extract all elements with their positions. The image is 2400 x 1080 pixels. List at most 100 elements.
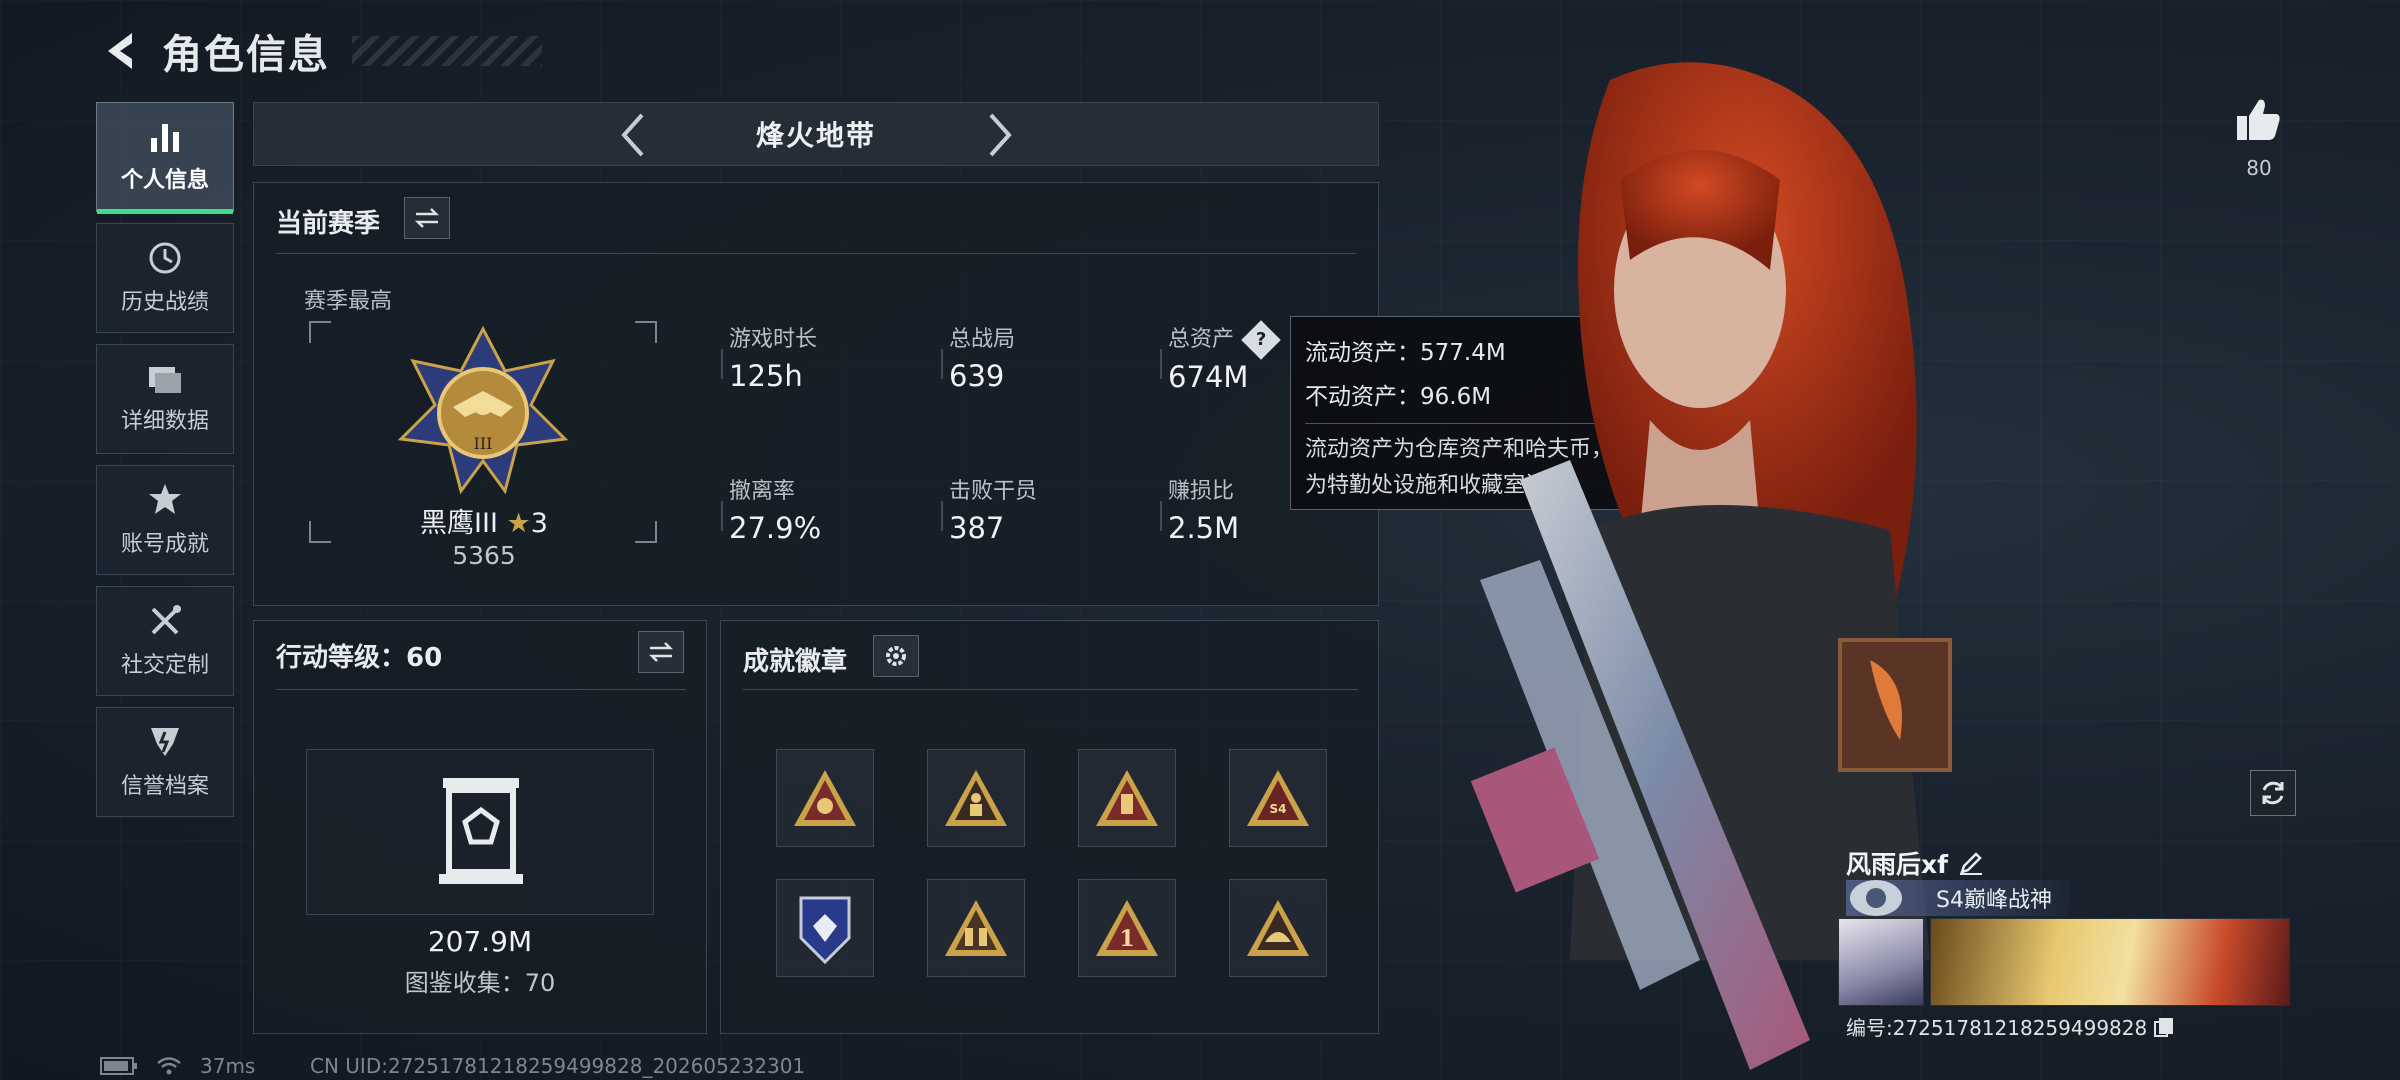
swap-icon [648, 642, 674, 662]
achievement-badge[interactable]: 1 [1078, 879, 1176, 977]
mode-label: 烽火地带 [755, 119, 876, 152]
copy-icon[interactable] [2153, 1016, 2175, 1038]
badge-triangle-figure [945, 770, 1007, 826]
stat-value: 639 [949, 359, 1005, 393]
rank-medal-icon: III [397, 325, 569, 495]
stat-value: 2.5M [1168, 511, 1240, 545]
level-display-box [306, 749, 654, 915]
stat-label-text: 总资产 [1168, 327, 1235, 352]
level-title: 行动等级：60 [276, 643, 443, 673]
stat-total-matches: 总战局 639 [941, 321, 1149, 393]
stat-value: 387 [949, 511, 1005, 545]
sidebar-item-label: 社交定制 [120, 653, 209, 678]
sidebar-item-label: 详细数据 [120, 409, 209, 434]
svg-text:S4: S4 [1270, 802, 1287, 816]
player-id-row: 编号:27251781218259499828 [1846, 1012, 2175, 1041]
sidebar-item-label: 信誉档案 [120, 774, 209, 799]
stat-label: 撤离率 [729, 479, 796, 504]
gear-icon [886, 646, 906, 666]
sidebar-item-details[interactable]: 详细数据 [96, 344, 234, 454]
divider [941, 501, 943, 531]
achievement-badge[interactable] [1078, 749, 1176, 847]
header: 角色信息 [96, 22, 542, 80]
badge-triangle-soldiers [945, 900, 1007, 956]
stat-extraction-rate: 撤离率 27.9% [721, 473, 929, 545]
badge-triangle-canister [1096, 770, 1158, 826]
achievement-badge[interactable] [776, 879, 874, 977]
rank-score: 5365 [452, 541, 516, 570]
thumbs-up-icon [2237, 99, 2280, 140]
mode-selector: 烽火地带 [253, 102, 1379, 166]
showcase-card-banner[interactable] [1930, 918, 2290, 1006]
next-mode-button[interactable] [976, 111, 1024, 159]
showcase-card-portrait[interactable] [1838, 918, 1924, 1006]
stat-label: 击败干员 [949, 479, 1038, 504]
account-uid: CN UID:27251781218259499828_202605232301 [310, 1054, 806, 1078]
battery-icon [100, 1057, 137, 1075]
badge-triangle-number-one: 1 [1096, 900, 1158, 956]
sidebar-nav: 个人信息 历史战绩 详细数据 账号成就 社交定制 信誉档案 [96, 102, 234, 828]
level-switch-button[interactable] [638, 631, 684, 673]
achievement-settings-button[interactable] [873, 635, 919, 677]
stat-label: 游戏时长 [729, 327, 818, 352]
achievement-badge[interactable] [1229, 879, 1327, 977]
level-value: 207.9M [427, 925, 533, 958]
badge-triangle-emblem [794, 770, 856, 826]
sidebar-item-label: 账号成就 [120, 532, 209, 557]
season-panel: 当前赛季 赛季最高 III 黑鹰III ★3 5365 游戏时长 125h 总战… [253, 182, 1379, 606]
status-bar: 37ms [100, 1054, 255, 1078]
stat-label: 总战局 [949, 327, 1016, 352]
title-emblem-icon [1850, 880, 1902, 916]
achievement-icon [149, 484, 181, 514]
sidebar-item-label: 个人信息 [120, 168, 209, 193]
divider [1160, 349, 1162, 379]
sidebar-item-achievements[interactable]: 账号成就 [96, 465, 234, 575]
sidebar-item-reputation[interactable]: 信誉档案 [96, 707, 234, 817]
swap-icon [414, 208, 440, 228]
action-level-panel: 行动等级：60 207.9M 图鉴收集：70 [253, 620, 707, 1034]
achievement-badge[interactable]: S4 [1229, 749, 1327, 847]
badge-triangle-helmet [1247, 900, 1309, 956]
bar-chart-icon [151, 124, 179, 152]
season-switch-button[interactable] [404, 197, 450, 239]
sidebar-item-label: 历史战绩 [120, 290, 209, 315]
svg-text:III: III [474, 434, 493, 453]
achievement-badge[interactable] [927, 749, 1025, 847]
stat-value: 125h [729, 359, 803, 393]
ping-value: 37ms [200, 1054, 256, 1078]
achievement-title: 成就徽章 [743, 647, 848, 677]
back-button[interactable] [96, 27, 144, 75]
achievement-badge[interactable] [776, 749, 874, 847]
divider [941, 349, 943, 379]
collection-count: 图鉴收集：70 [404, 969, 556, 997]
sidebar-item-history[interactable]: 历史战绩 [96, 223, 234, 333]
frame-corner [635, 321, 657, 343]
achievement-badge[interactable] [927, 879, 1025, 977]
player-id: 编号:27251781218259499828 [1846, 1016, 2148, 1040]
divider [1160, 501, 1162, 531]
rank-name: 黑鹰III [420, 508, 498, 539]
collection-case-icon [439, 778, 523, 884]
prev-mode-button[interactable] [609, 111, 657, 159]
badge-triangle-s4: S4 [1247, 770, 1309, 826]
stat-playtime: 游戏时长 125h [721, 321, 929, 393]
rank-stars: 3 [530, 508, 548, 539]
season-best-label: 赛季最高 [304, 289, 393, 314]
like-button[interactable]: 80 [2232, 96, 2286, 180]
title-decoration [352, 36, 542, 66]
help-icon[interactable]: ? [1241, 320, 1281, 360]
edit-pencil-icon[interactable] [1958, 850, 1984, 876]
frame-corner [309, 521, 331, 543]
star-icon: ★ [506, 508, 531, 539]
back-arrow-icon [108, 33, 132, 69]
season-title: 当前赛季 [276, 209, 381, 239]
tools-icon [151, 605, 181, 635]
wifi-icon [157, 1057, 181, 1075]
refresh-button[interactable] [2250, 770, 2296, 816]
sidebar-item-personal-info[interactable]: 个人信息 [96, 102, 234, 214]
frame-corner [309, 321, 331, 343]
badge-shield-diamond [799, 896, 851, 965]
sidebar-item-social[interactable]: 社交定制 [96, 586, 234, 696]
divider [743, 689, 1358, 690]
refresh-icon [2262, 781, 2284, 805]
